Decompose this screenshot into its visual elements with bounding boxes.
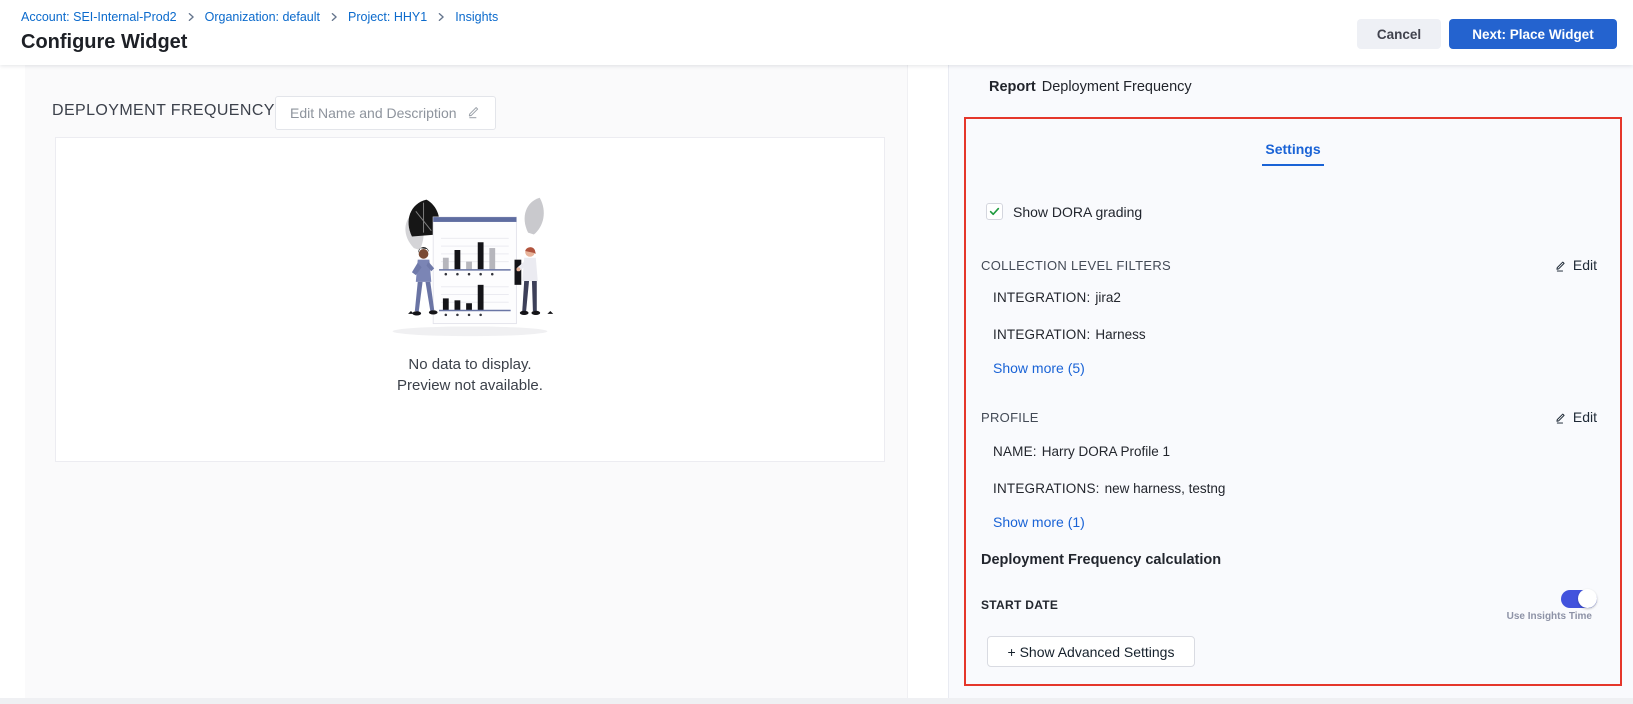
bottom-strip (0, 698, 1633, 704)
show-advanced-settings-button[interactable]: + Show Advanced Settings (987, 636, 1195, 667)
pencil-icon (1554, 411, 1567, 424)
cancel-button[interactable]: Cancel (1357, 19, 1441, 49)
configure-widget-screen: Account: SEI-Internal-Prod2 Organization… (0, 0, 1633, 704)
chart-preview-placeholder: No data to display. Preview not availabl… (55, 137, 885, 462)
profile-edit-button[interactable]: Edit (1554, 409, 1597, 425)
page-title: Configure Widget (21, 31, 187, 54)
report-value: Deployment Frequency (1042, 79, 1192, 95)
start-date-label: START DATE (981, 598, 1058, 612)
preview-unavailable-text: Preview not available. (56, 375, 884, 396)
edit-label: Edit (1573, 409, 1597, 425)
filter-label: INTEGRATION: (993, 327, 1090, 342)
profile-row-name: NAME: Harry DORA Profile 1 (993, 444, 1170, 459)
show-dora-grading-checkbox[interactable] (986, 203, 1003, 220)
collection-filters-edit-button[interactable]: Edit (1554, 257, 1597, 273)
tab-settings[interactable]: Settings (966, 141, 1620, 157)
calculation-title: Deployment Frequency calculation (981, 552, 1221, 568)
filter-row-integration-harness: INTEGRATION: Harness (993, 327, 1146, 342)
widget-preview-card: DEPLOYMENT FREQUENCY Edit Name and Descr… (25, 65, 908, 698)
profile-label: NAME: (993, 444, 1037, 459)
breadcrumb-account[interactable]: Account: SEI-Internal-Prod2 (21, 10, 177, 24)
check-icon (989, 206, 1000, 217)
edit-name-description-button[interactable]: Edit Name and Description (275, 96, 496, 130)
page-header: Account: SEI-Internal-Prod2 Organization… (0, 0, 1633, 65)
pencil-icon (1554, 259, 1567, 272)
edit-label: Edit (1573, 257, 1597, 273)
profile-show-more-link[interactable]: Show more (1) (993, 514, 1085, 530)
settings-panel: Report Deployment Frequency Settings Show… (948, 65, 1633, 698)
use-insights-time-toggle[interactable] (1561, 590, 1597, 608)
content-area: DEPLOYMENT FREQUENCY Edit Name and Descr… (0, 65, 1633, 704)
chevron-right-icon (329, 12, 339, 22)
toggle-knob (1578, 589, 1597, 608)
no-data-text: No data to display. (56, 354, 884, 375)
settings-highlight-box: Settings Show DORA grading COLLECTION LE… (964, 117, 1622, 686)
collection-filters-title: COLLECTION LEVEL FILTERS (981, 258, 1171, 273)
widget-name-heading: DEPLOYMENT FREQUENCY (52, 102, 275, 120)
filter-row-integration-jira2: INTEGRATION: jira2 (993, 290, 1121, 305)
pencil-icon (466, 104, 481, 122)
profile-value: Harry DORA Profile 1 (1042, 444, 1170, 459)
collection-filters-show-more-link[interactable]: Show more (5) (993, 360, 1085, 376)
report-heading: Report Deployment Frequency (989, 79, 1192, 95)
breadcrumb-project[interactable]: Project: HHY1 (348, 10, 427, 24)
profile-row-integrations: INTEGRATIONS: new harness, testng (993, 481, 1225, 496)
no-data-illustration (370, 190, 570, 340)
breadcrumb: Account: SEI-Internal-Prod2 Organization… (21, 10, 498, 24)
filter-value: jira2 (1095, 290, 1121, 305)
filter-label: INTEGRATION: (993, 290, 1090, 305)
use-insights-time-label: Use Insights Time (1507, 611, 1592, 622)
tab-settings-indicator (1262, 164, 1324, 166)
breadcrumb-organization[interactable]: Organization: default (205, 10, 320, 24)
profile-title: PROFILE (981, 410, 1039, 425)
show-dora-grading-label: Show DORA grading (1013, 204, 1142, 220)
profile-value: new harness, testng (1105, 481, 1226, 496)
breadcrumb-insights[interactable]: Insights (455, 10, 498, 24)
profile-label: INTEGRATIONS: (993, 481, 1100, 496)
chevron-right-icon (186, 12, 196, 22)
next-place-widget-button[interactable]: Next: Place Widget (1449, 19, 1617, 49)
report-label: Report (989, 79, 1036, 95)
chevron-right-icon (436, 12, 446, 22)
filter-value: Harness (1095, 327, 1145, 342)
edit-name-description-label: Edit Name and Description (290, 105, 457, 121)
